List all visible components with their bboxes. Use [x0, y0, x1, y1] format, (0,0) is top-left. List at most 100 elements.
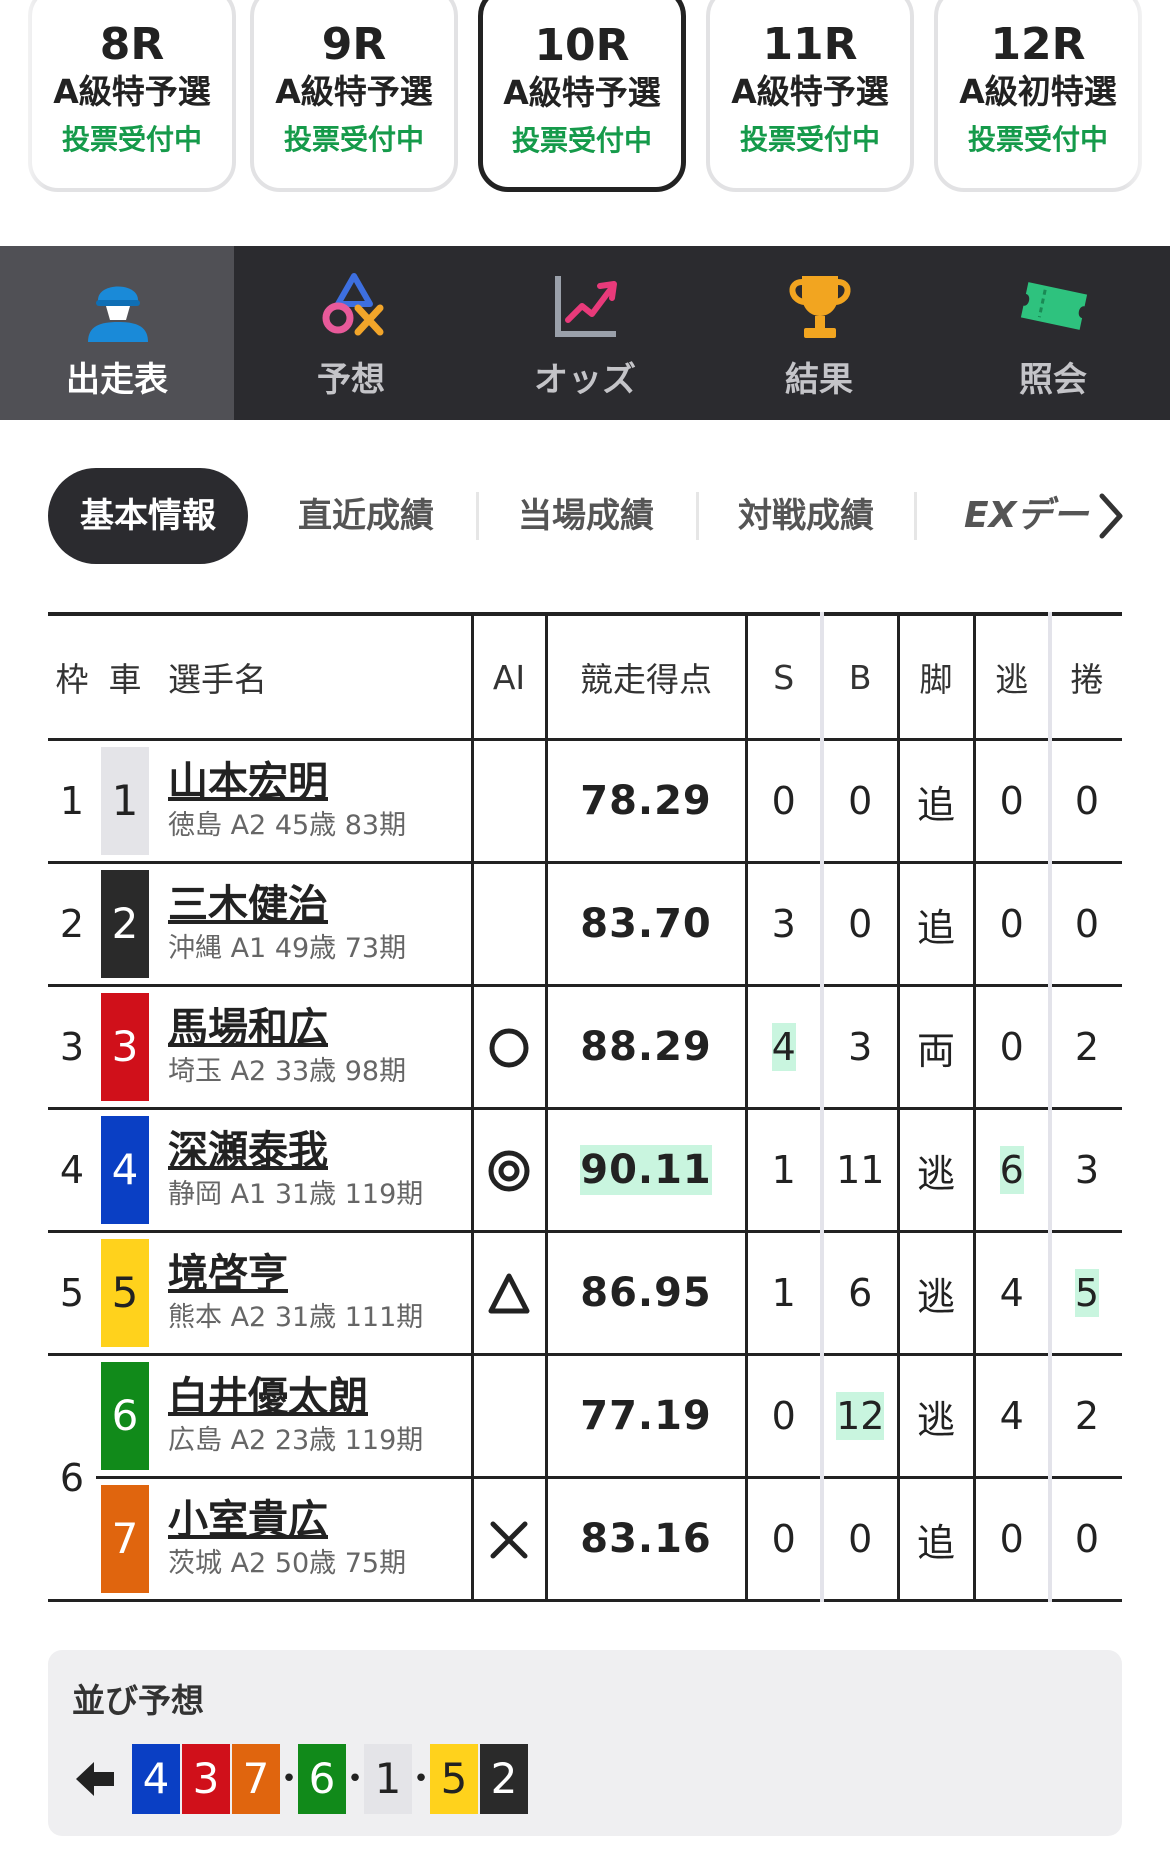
race-tab-10r[interactable]: 10R A級特予選 投票受付中 [478, 0, 686, 192]
car-number-badge: 7 [101, 1485, 149, 1593]
line-separator-dot: • [413, 1764, 429, 1794]
nav-entry-list[interactable]: 出走表 [0, 246, 234, 420]
car-cell: 2 [96, 862, 154, 987]
race-tab-12r[interactable]: 12R A級初特選 投票受付中 [934, 0, 1142, 192]
header-makuri: 捲 [1048, 614, 1122, 741]
entry-table: 枠 車 選手名 AI 競走得点 S B 脚 逃 捲 1 1 山本宏明 徳島 A2 45… [48, 612, 1122, 1602]
cell-makuri: 0 [1048, 862, 1122, 987]
race-status: 投票受付中 [967, 123, 1108, 156]
cell-nige: 6 [972, 1108, 1050, 1233]
player-name-link[interactable]: 境啓亨 [168, 1249, 471, 1299]
table-row: 5 5 境啓亨 熊本 A2 31歳 111期 86.95 1 6 逃 4 5 [48, 1231, 1122, 1356]
player-name-link[interactable]: 馬場和広 [168, 1003, 471, 1053]
ai-mark-cell [470, 1354, 546, 1479]
player-name-link[interactable]: 白井優太朗 [168, 1372, 471, 1422]
player-info: 埼玉 A2 33歳 98期 [168, 1056, 407, 1087]
waku-number: 5 [48, 1231, 96, 1356]
b-value: 3 [848, 1025, 873, 1069]
leg-value: 逃 [916, 1397, 955, 1442]
player-info: 熊本 A2 31歳 111期 [168, 1302, 424, 1333]
s-value: 0 [771, 1517, 796, 1561]
player-name-link[interactable]: 山本宏明 [168, 757, 471, 807]
car-cell: 1 [96, 739, 154, 864]
player-info: 徳島 A2 45歳 83期 [168, 810, 407, 841]
waku-number: 4 [48, 1108, 96, 1233]
cell-b: 0 [820, 1477, 898, 1602]
nige-value: 0 [999, 902, 1024, 946]
cell-leg: 追 [896, 739, 974, 864]
tab-basic-info[interactable]: 基本情報 [48, 468, 248, 564]
player-name-link[interactable]: 三木健治 [168, 880, 471, 930]
arrow-left-icon [76, 1762, 114, 1796]
leg-value: 追 [916, 1520, 955, 1565]
race-status: 投票受付中 [61, 123, 202, 156]
cell-b: 3 [820, 985, 898, 1110]
race-tab-8r[interactable]: 8R A級特予選 投票受付中 [28, 0, 236, 192]
odds-chart-icon [555, 276, 617, 337]
ai-mark-cell [470, 862, 546, 987]
header-ai: AI [470, 614, 546, 741]
waku-number: 6 [48, 1354, 96, 1602]
player-info: 静岡 A1 31歳 119期 [168, 1179, 424, 1210]
line-prediction-row: 4 3 7 • 6 • 1 • 5 2 [72, 1744, 528, 1814]
score-value: 83.70 [580, 901, 712, 947]
s-value: 0 [771, 779, 796, 823]
ai-cross-mark-icon [490, 1521, 528, 1559]
car-cell: 4 [96, 1108, 154, 1233]
score-value: 77.19 [580, 1393, 712, 1439]
line-prediction-title: 並び予想 [72, 1681, 204, 1720]
ai-mark-cell [470, 1477, 546, 1602]
cell-b: 0 [820, 862, 898, 987]
leg-value: 逃 [916, 1151, 955, 1196]
car-number-badge: 1 [101, 747, 149, 855]
cell-nige: 4 [972, 1354, 1050, 1479]
table-header-row: 枠 車 選手名 AI 競走得点 S B 脚 逃 捲 [48, 614, 1122, 741]
makuri-value: 0 [1074, 1517, 1100, 1561]
race-tab-9r[interactable]: 9R A級特予選 投票受付中 [250, 0, 458, 192]
race-number: 10R [534, 20, 630, 71]
table-row: 3 3 馬場和広 埼玉 A2 33歳 98期 88.29 4 3 両 0 2 [48, 985, 1122, 1110]
makuri-value: 5 [1074, 1269, 1100, 1317]
main-nav: 出走表 予想 オッズ 結果 照会 [0, 246, 1170, 420]
line-car-badge: 5 [430, 1744, 478, 1814]
table-row: 1 1 山本宏明 徳島 A2 45歳 83期 78.29 0 0 追 0 0 [48, 739, 1122, 864]
tab-recent-results[interactable]: 直近成績 [298, 468, 434, 564]
cell-score: 86.95 [544, 1231, 746, 1356]
player-name-link[interactable]: 深瀬泰我 [168, 1126, 471, 1176]
nav-inquiry[interactable]: 照会 [936, 246, 1170, 420]
race-name: A級特予選 [731, 72, 889, 111]
nav-prediction[interactable]: 予想 [234, 246, 468, 420]
cell-leg: 逃 [896, 1231, 974, 1356]
makuri-value: 0 [1074, 902, 1100, 946]
header-player-name: 選手名 [154, 614, 472, 741]
b-value: 6 [848, 1271, 873, 1315]
tab-matchup-results[interactable]: 対戦成績 [738, 468, 874, 564]
cell-nige: 0 [972, 739, 1050, 864]
cell-score: 77.19 [544, 1354, 746, 1479]
nav-results[interactable]: 結果 [702, 246, 936, 420]
line-car-badge: 1 [364, 1744, 412, 1814]
scroll-right-button[interactable] [1092, 490, 1128, 542]
race-status: 投票受付中 [511, 124, 652, 157]
nav-label: 照会 [1019, 360, 1087, 400]
sub-tabs: 基本情報 直近成績 当場成績 対戦成績 EXデー [48, 468, 1128, 564]
cell-nige: 0 [972, 985, 1050, 1110]
makuri-value: 3 [1074, 1148, 1100, 1192]
tab-venue-results[interactable]: 当場成績 [518, 468, 654, 564]
ai-mark-cell [470, 1231, 546, 1356]
b-value: 0 [848, 779, 873, 823]
nav-odds[interactable]: オッズ [468, 246, 702, 420]
tab-divider [696, 492, 699, 540]
scroll-fade-left [0, 0, 46, 200]
race-tab-11r[interactable]: 11R A級特予選 投票受付中 [706, 0, 914, 192]
header-s: S [744, 614, 822, 741]
player-name-link[interactable]: 小室貴広 [168, 1495, 471, 1545]
race-name: A級特予選 [275, 72, 433, 111]
player-cell: 三木健治 沖縄 A1 49歳 73期 [154, 862, 472, 987]
cell-makuri: 0 [1048, 1477, 1122, 1602]
table-row: 6 6 白井優太朗 広島 A2 23歳 119期 77.19 0 12 逃 4 2 [48, 1354, 1122, 1602]
cell-leg: 追 [896, 1477, 974, 1602]
cell-score: 83.70 [544, 862, 746, 987]
cell-b: 6 [820, 1231, 898, 1356]
race-status: 投票受付中 [739, 123, 880, 156]
